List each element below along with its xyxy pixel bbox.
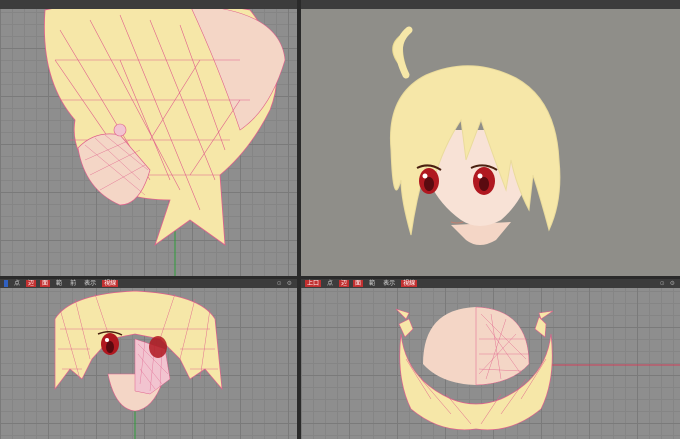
viewport-icons: ⊙ ⚙ [660, 280, 680, 287]
toolbar-button[interactable]: 範 [367, 280, 377, 287]
head-half-wireframe [54, 290, 223, 439]
toolbar-button[interactable]: 点 [12, 280, 22, 287]
toolbar-button[interactable]: 点 [325, 280, 335, 287]
toolbar-button[interactable] [4, 1, 8, 8]
viewport-toolbar [301, 0, 680, 9]
toolbar-button[interactable]: 面 [353, 280, 364, 287]
viewport-top-left[interactable] [0, 0, 297, 276]
toolbar-button[interactable]: 前 [68, 280, 78, 287]
viewport-toolbar: 点 辺 面 範 前 表示 視線 ⊙ ⚙ [0, 279, 297, 288]
toolbar-button[interactable]: 辺 [339, 280, 350, 287]
settings-icon[interactable]: ⚙ [670, 280, 675, 287]
viewport-bottom-left[interactable]: 点 辺 面 範 前 表示 視線 ⊙ ⚙ [0, 279, 297, 439]
viewport-icons: ⊙ ⚙ [277, 280, 297, 287]
toolbar-button[interactable]: 辺 [26, 280, 37, 287]
toolbar-button[interactable]: 範 [54, 280, 64, 287]
toolbar-button[interactable]: 上口 [305, 280, 322, 287]
toolbar-button[interactable]: 面 [40, 280, 51, 287]
toolbar-button[interactable]: 表示 [381, 280, 397, 287]
settings-icon[interactable]: ⚙ [287, 280, 292, 287]
viewport-top-right[interactable] [301, 0, 680, 276]
head-wireframe-top [44, 0, 286, 276]
viewport-toolbar: 上口 点 辺 面 範 表示 視線 ⊙ ⚙ [301, 279, 680, 288]
viewport-bottom-right[interactable]: 上口 点 辺 面 範 表示 視線 ⊙ ⚙ [301, 279, 680, 439]
head-top-view [395, 306, 680, 431]
toolbar-button[interactable]: 視線 [102, 280, 119, 287]
head-shaded-front [389, 26, 561, 245]
viewport-toolbar [0, 0, 297, 9]
fit-icon[interactable]: ⊙ [277, 280, 282, 287]
toolbar-button[interactable]: 表示 [82, 280, 98, 287]
toolbar-button[interactable] [4, 280, 8, 287]
fit-icon[interactable]: ⊙ [660, 280, 665, 287]
toolbar-button[interactable]: 視線 [401, 280, 418, 287]
toolbar-button[interactable] [305, 1, 309, 8]
